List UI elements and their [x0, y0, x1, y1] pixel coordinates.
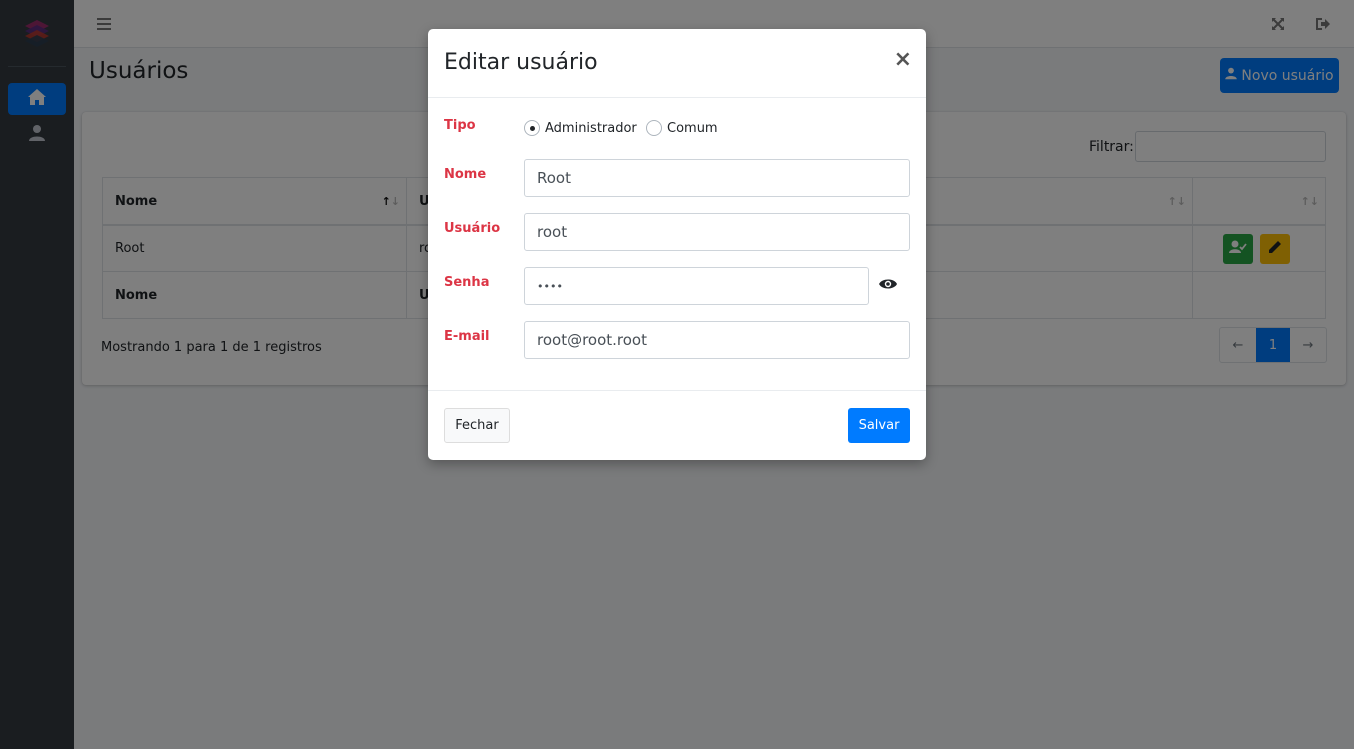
radio-administrador[interactable]: Administrador — [524, 120, 637, 136]
email-label: E-mail — [444, 329, 490, 344]
modal-title: Editar usuário — [444, 50, 598, 75]
radio-button[interactable] — [646, 120, 662, 136]
usuario-input[interactable]: root — [524, 213, 910, 251]
nome-input[interactable]: Root — [524, 159, 910, 197]
usuario-label: Usuário — [444, 221, 501, 236]
save-button[interactable]: Salvar — [848, 408, 910, 443]
radio-comum[interactable]: Comum — [646, 120, 718, 136]
tipo-label: Tipo — [444, 118, 476, 133]
email-input[interactable]: root@root.root — [524, 321, 910, 359]
radio-button-checked[interactable] — [524, 120, 540, 136]
senha-label: Senha — [444, 275, 490, 290]
nome-label: Nome — [444, 167, 487, 182]
modal-footer: Fechar Salvar — [428, 390, 926, 460]
close-button[interactable]: Fechar — [444, 408, 510, 443]
eye-icon[interactable] — [879, 278, 899, 292]
close-icon[interactable]: × — [894, 47, 912, 72]
modal-header: Editar usuário × — [428, 29, 926, 98]
senha-input[interactable]: •••• — [524, 267, 869, 305]
edit-user-modal: Editar usuário × Tipo Administrador Comu… — [428, 29, 926, 460]
radio-comum-label: Comum — [667, 120, 718, 136]
radio-administrador-label: Administrador — [545, 120, 637, 136]
